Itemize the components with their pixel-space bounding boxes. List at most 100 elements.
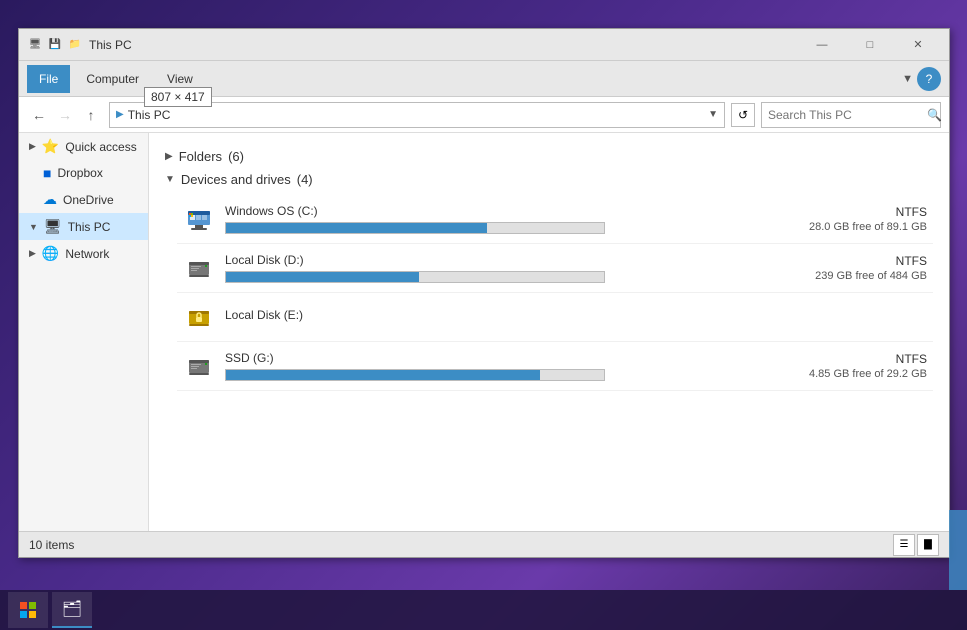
expand-chevron-icon: ▼ xyxy=(902,73,913,85)
view-icons: ☰ ▇ xyxy=(893,534,939,556)
content-area: ▶ ⭐ Quick access ■ Dropbox ☁ OneDrive ▼ … xyxy=(19,133,949,531)
this-pc-icon: 🖥 xyxy=(44,218,62,235)
sidebar-item-dropbox[interactable]: ■ Dropbox xyxy=(19,160,148,186)
nav-arrows: ← → ↑ xyxy=(27,103,103,127)
start-button[interactable] xyxy=(8,592,48,628)
folders-section-count: (6) xyxy=(228,149,244,164)
expand-arrow-icon: ▶ xyxy=(29,141,36,152)
drives-expand-icon[interactable]: ▼ xyxy=(165,174,175,185)
window-title: This PC xyxy=(89,38,799,52)
drive-bar-d xyxy=(225,271,605,283)
drive-bar-g xyxy=(225,369,605,381)
close-button[interactable]: ✕ xyxy=(895,29,941,61)
drives-section-header[interactable]: ▼ Devices and drives (4) xyxy=(165,172,933,187)
tab-computer[interactable]: Computer xyxy=(74,65,151,93)
drive-meta-g: NTFS 4.85 GB free of 29.2 GB xyxy=(767,352,927,380)
sidebar-item-network[interactable]: ▶ 🌐 Network xyxy=(19,240,148,267)
drive-icon-c xyxy=(183,203,215,235)
file-explorer-taskbar-button[interactable]: 🗂 xyxy=(52,592,92,628)
status-bar: 10 items ☰ ▇ xyxy=(19,531,949,557)
drive-item-g[interactable]: SSD (G:) NTFS 4.85 GB free of 29.2 GB xyxy=(177,342,933,391)
drive-fs-d: NTFS xyxy=(767,254,927,268)
drives-section-count: (4) xyxy=(297,172,313,187)
sidebar-item-onedrive[interactable]: ☁ OneDrive xyxy=(19,186,148,213)
drive-item-d[interactable]: Local Disk (D:) NTFS 239 GB free of 484 … xyxy=(177,244,933,293)
address-text: This PC xyxy=(128,108,171,122)
network-icon: 🌐 xyxy=(42,245,59,262)
ribbon-expand[interactable]: ▼ xyxy=(902,73,913,85)
folders-section-title: Folders xyxy=(179,149,222,164)
drive-name-c: Windows OS (C:) xyxy=(225,204,757,218)
up-button[interactable]: ↑ xyxy=(79,103,103,127)
help-button[interactable]: ? xyxy=(917,67,941,91)
tab-view[interactable]: View xyxy=(155,65,205,93)
details-view-button[interactable]: ☰ xyxy=(893,534,915,556)
drive-item-e[interactable]: Local Disk (E:) xyxy=(177,293,933,342)
drive-name-e: Local Disk (E:) xyxy=(225,308,757,322)
maximize-button[interactable]: □ xyxy=(847,29,893,61)
window-icon: 🖥 xyxy=(27,37,43,53)
search-bar: 🔍 xyxy=(761,102,941,128)
drive-meta-d: NTFS 239 GB free of 484 GB xyxy=(767,254,927,282)
quick-access-icon: ⭐ xyxy=(42,138,59,155)
drive-meta-c: NTFS 28.0 GB free of 89.1 GB xyxy=(767,205,927,233)
this-pc-expand-icon: ▼ xyxy=(29,222,38,232)
drive-name-d: Local Disk (D:) xyxy=(225,253,757,267)
folders-expand-icon[interactable]: ▶ xyxy=(165,151,173,162)
address-dropdown-icon[interactable]: ▼ xyxy=(708,109,718,120)
drive-fs-c: NTFS xyxy=(767,205,927,219)
drive-bar-fill-d xyxy=(226,272,419,282)
title-bar-icons: 🖥 💾 📁 xyxy=(27,37,83,53)
network-expand-icon: ▶ xyxy=(29,248,36,259)
refresh-button[interactable]: ↺ xyxy=(731,103,755,127)
drive-space-c: 28.0 GB free of 89.1 GB xyxy=(767,221,927,233)
title-bar-controls: — □ ✕ xyxy=(799,29,941,61)
drive-bar-c xyxy=(225,222,605,234)
folders-section-header[interactable]: ▶ Folders (6) xyxy=(165,149,933,164)
drive-list: Windows OS (C:) NTFS 28.0 GB free of 89.… xyxy=(177,195,933,391)
file-explorer-window: 🖥 💾 📁 This PC 807 × 417 — □ ✕ File Compu… xyxy=(18,28,950,558)
drive-space-g: 4.85 GB free of 29.2 GB xyxy=(767,368,927,380)
taskbar: 🗂 xyxy=(0,590,967,630)
sidebar-item-quick-access[interactable]: ▶ ⭐ Quick access xyxy=(19,133,148,160)
sidebar-label-onedrive: OneDrive xyxy=(63,193,114,207)
tiles-view-button[interactable]: ▇ xyxy=(917,534,939,556)
sidebar-label-quick-access: Quick access xyxy=(65,140,136,154)
minimize-button[interactable]: — xyxy=(799,29,845,61)
bottom-right-accent xyxy=(949,510,967,590)
folder-icon: 📁 xyxy=(67,37,83,53)
main-panel: ▶ Folders (6) ▼ Devices and drives (4) xyxy=(149,133,949,531)
drive-name-g: SSD (G:) xyxy=(225,351,757,365)
search-input[interactable] xyxy=(768,108,923,122)
drive-fs-g: NTFS xyxy=(767,352,927,366)
drive-info-d: Local Disk (D:) xyxy=(225,253,757,283)
save-icon: 💾 xyxy=(47,37,63,53)
drive-icon-d xyxy=(183,252,215,284)
title-bar: 🖥 💾 📁 This PC 807 × 417 — □ ✕ xyxy=(19,29,949,61)
drive-icon-g xyxy=(183,350,215,382)
drive-item-c[interactable]: Windows OS (C:) NTFS 28.0 GB free of 89.… xyxy=(177,195,933,244)
drive-info-g: SSD (G:) xyxy=(225,351,757,381)
sidebar-label-network: Network xyxy=(65,247,109,261)
drive-bar-fill-g xyxy=(226,370,540,380)
drive-bar-fill-c xyxy=(226,223,487,233)
sidebar-item-this-pc[interactable]: ▼ 🖥 This PC xyxy=(19,213,148,240)
ribbon: File Computer View ▼ ? xyxy=(19,61,949,97)
drive-info-e: Local Disk (E:) xyxy=(225,308,757,326)
sidebar: ▶ ⭐ Quick access ■ Dropbox ☁ OneDrive ▼ … xyxy=(19,133,149,531)
onedrive-icon: ☁ xyxy=(43,191,57,208)
drive-icon-e xyxy=(183,301,215,333)
status-items-count: 10 items xyxy=(29,538,885,552)
sidebar-label-this-pc: This PC xyxy=(68,220,111,234)
forward-button[interactable]: → xyxy=(53,103,77,127)
back-button[interactable]: ← xyxy=(27,103,51,127)
drive-space-d: 239 GB free of 484 GB xyxy=(767,270,927,282)
drive-info-c: Windows OS (C:) xyxy=(225,204,757,234)
drives-section-title: Devices and drives xyxy=(181,172,291,187)
nav-bar: ← → ↑ ▶ This PC ▼ ↺ 🔍 xyxy=(19,97,949,133)
address-bar[interactable]: ▶ This PC ▼ xyxy=(109,102,725,128)
search-icon[interactable]: 🔍 xyxy=(927,108,942,122)
dropbox-icon: ■ xyxy=(43,165,51,181)
tab-file[interactable]: File xyxy=(27,65,70,93)
sidebar-label-dropbox: Dropbox xyxy=(57,166,102,180)
